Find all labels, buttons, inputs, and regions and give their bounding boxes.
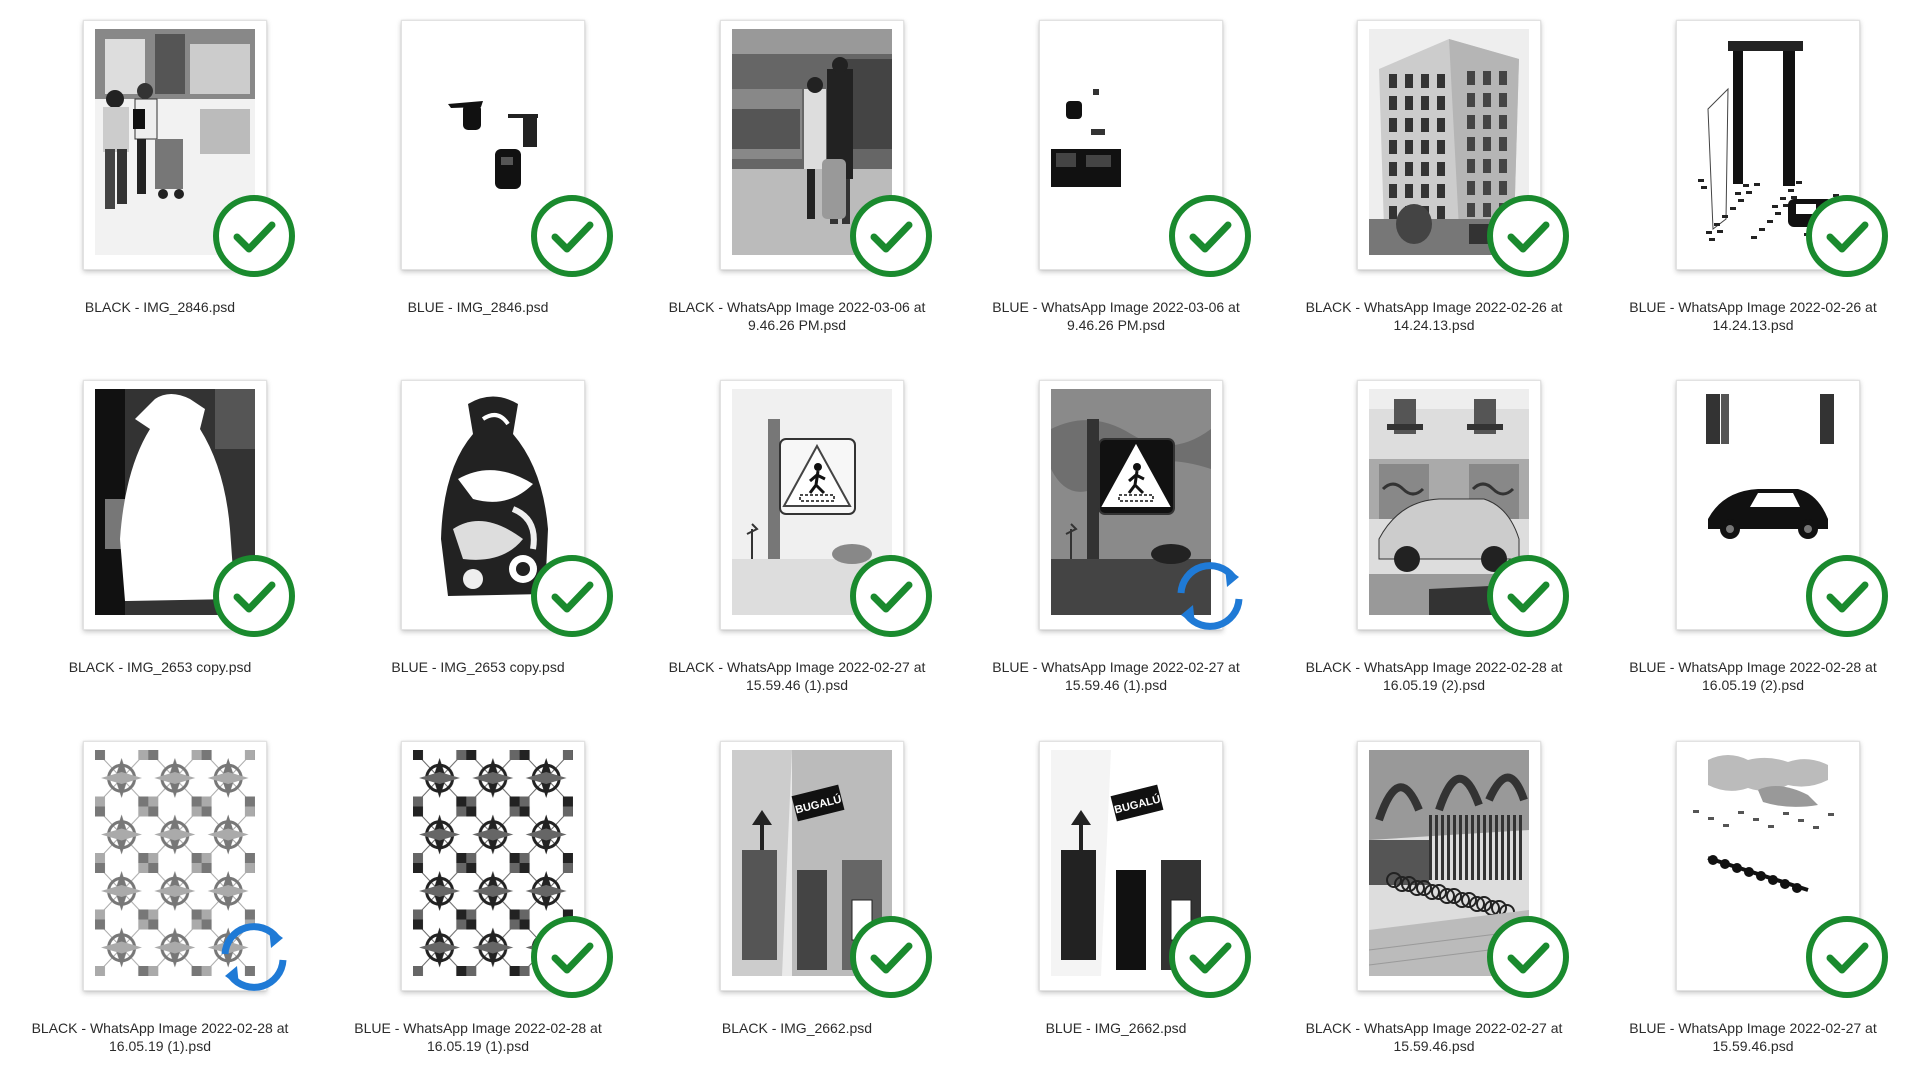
file-name-line-1: BLUE - WhatsApp Image 2022-02-27 at — [1629, 1020, 1877, 1036]
file-name-line-2: 14.24.13.psd — [1393, 317, 1475, 333]
file-item[interactable]: BLACK - WhatsApp Image 2022-03-06 at 9.46… — [637, 8, 957, 348]
file-name-label[interactable]: BLUE - WhatsApp Image 2022-02-26 at 14.24… — [1593, 298, 1913, 334]
file-name-line-2: 9.46.26 PM.psd — [1066, 317, 1166, 333]
file-name-line-1: BLUE - WhatsApp Image 2022-02-28 at — [354, 1020, 602, 1036]
file-name-label[interactable]: BLACK - IMG_2662.psd — [637, 1019, 957, 1037]
file-item[interactable]: BLUE - WhatsApp Image 2022-03-06 at 9.46.… — [956, 8, 1276, 348]
file-name-line-1: BLACK - IMG_2653 copy.psd — [68, 659, 252, 675]
file-name-label[interactable]: BLACK - WhatsApp Image 2022-02-28 at 16.0… — [1274, 658, 1594, 694]
file-name-line-2: 14.24.13.psd — [1712, 317, 1794, 333]
file-name-line-2: 9.46.26 PM.psd — [747, 317, 847, 333]
file-name-line-1: BLACK - WhatsApp Image 2022-03-06 at — [668, 299, 926, 315]
file-item[interactable]: BLACK - WhatsApp Image 2022-02-28 at 16.0… — [0, 729, 320, 1069]
file-name-line-1: BLACK - IMG_2662.psd — [721, 1020, 873, 1036]
sync-complete-check-icon — [1485, 553, 1571, 639]
file-name-label[interactable]: BLACK - WhatsApp Image 2022-02-27 at 15.5… — [637, 658, 957, 694]
file-name-line-1: BLUE - WhatsApp Image 2022-02-26 at — [1629, 299, 1877, 315]
file-item[interactable]: BLUE - IMG_2846.psd — [318, 8, 638, 348]
file-item[interactable]: BLACK - WhatsApp Image 2022-02-27 at 15.5… — [637, 368, 957, 708]
file-name-line-1: BLUE - IMG_2846.psd — [407, 299, 549, 315]
sync-complete-check-icon — [529, 553, 615, 639]
sync-complete-check-icon — [1167, 193, 1253, 279]
sync-complete-check-icon — [211, 193, 297, 279]
file-name-line-1: BLUE - IMG_2662.psd — [1045, 1020, 1187, 1036]
sync-complete-check-icon — [848, 553, 934, 639]
file-name-line-1: BLACK - WhatsApp Image 2022-02-28 at — [1305, 659, 1563, 675]
sync-complete-check-icon — [1804, 193, 1890, 279]
file-name-label[interactable]: BLACK - WhatsApp Image 2022-02-28 at 16.0… — [0, 1019, 320, 1055]
file-name-label[interactable]: BLACK - IMG_2846.psd — [0, 298, 320, 316]
file-name-label[interactable]: BLUE - IMG_2653 copy.psd — [318, 658, 638, 676]
file-name-line-1: BLACK - WhatsApp Image 2022-02-27 at — [668, 659, 926, 675]
file-name-label[interactable]: BLACK - WhatsApp Image 2022-03-06 at 9.46… — [637, 298, 957, 334]
file-item[interactable]: BLUE - WhatsApp Image 2022-02-28 at 16.05… — [318, 729, 638, 1069]
sync-complete-check-icon — [1167, 914, 1253, 1000]
file-name-label[interactable]: BLUE - IMG_2846.psd — [318, 298, 638, 316]
sync-complete-check-icon — [848, 193, 934, 279]
file-name-line-1: BLUE - IMG_2653 copy.psd — [391, 659, 565, 675]
file-name-label[interactable]: BLUE - WhatsApp Image 2022-02-27 at 15.59… — [956, 658, 1276, 694]
file-name-line-1: BLUE - WhatsApp Image 2022-02-27 at — [992, 659, 1240, 675]
file-name-label[interactable]: BLACK - WhatsApp Image 2022-02-27 at 15.5… — [1274, 1019, 1594, 1055]
file-item[interactable]: BLUE - WhatsApp Image 2022-02-28 at 16.05… — [1593, 368, 1913, 708]
file-name-line-2: 15.59.46.psd — [1712, 1038, 1794, 1054]
file-name-label[interactable]: BLUE - WhatsApp Image 2022-02-28 at 16.05… — [1593, 658, 1913, 694]
file-name-line-1: BLUE - WhatsApp Image 2022-03-06 at — [992, 299, 1240, 315]
sync-complete-check-icon — [848, 914, 934, 1000]
file-item[interactable]: BLACK - WhatsApp Image 2022-02-28 at 16.0… — [1274, 368, 1594, 708]
file-name-line-2: 16.05.19 (1).psd — [427, 1038, 529, 1054]
sync-complete-check-icon — [1804, 914, 1890, 1000]
file-name-line-1: BLACK - WhatsApp Image 2022-02-26 at — [1305, 299, 1563, 315]
file-item[interactable]: BUGALÚ BLACK - IMG_2662.psd — [637, 729, 957, 1069]
sync-complete-check-icon — [1804, 553, 1890, 639]
file-name-line-2: 16.05.19 (2).psd — [1702, 677, 1804, 693]
file-item[interactable]: BLUE - WhatsApp Image 2022-02-26 at 14.24… — [1593, 8, 1913, 348]
file-name-label[interactable]: BLUE - WhatsApp Image 2022-02-27 at 15.59… — [1593, 1019, 1913, 1055]
file-name-line-2: 16.05.19 (1).psd — [109, 1038, 211, 1054]
syncing-arrows-icon — [211, 914, 297, 1000]
file-name-line-1: BLUE - WhatsApp Image 2022-02-28 at — [1629, 659, 1877, 675]
file-grid: BLACK - IMG_2846.psd BLUE - IMG_2846.psd B… — [0, 0, 1920, 1072]
syncing-arrows-icon — [1167, 553, 1253, 639]
file-item[interactable]: BLACK - IMG_2653 copy.psd — [0, 368, 320, 708]
file-item[interactable]: BLUE - WhatsApp Image 2022-02-27 at 15.59… — [956, 368, 1276, 708]
sync-complete-check-icon — [1485, 193, 1571, 279]
file-name-label[interactable]: BLACK - IMG_2653 copy.psd — [0, 658, 320, 676]
file-item[interactable]: BLACK - WhatsApp Image 2022-02-26 at 14.2… — [1274, 8, 1594, 348]
file-name-label[interactable]: BLACK - WhatsApp Image 2022-02-26 at 14.2… — [1274, 298, 1594, 334]
file-name-line-2: 15.59.46 (1).psd — [746, 677, 848, 693]
file-item[interactable]: BUGALÚ BLUE - IMG_2662.psd — [956, 729, 1276, 1069]
file-item[interactable]: BLACK - WhatsApp Image 2022-02-27 at 15.5… — [1274, 729, 1594, 1069]
file-name-line-2: 15.59.46.psd — [1393, 1038, 1475, 1054]
file-item[interactable]: BLUE - IMG_2653 copy.psd — [318, 368, 638, 708]
file-name-line-1: BLACK - IMG_2846.psd — [84, 299, 236, 315]
file-name-line-1: BLACK - WhatsApp Image 2022-02-28 at — [31, 1020, 289, 1036]
sync-complete-check-icon — [1485, 914, 1571, 1000]
file-name-line-1: BLACK - WhatsApp Image 2022-02-27 at — [1305, 1020, 1563, 1036]
sync-complete-check-icon — [211, 553, 297, 639]
file-name-line-2: 16.05.19 (2).psd — [1383, 677, 1485, 693]
file-name-label[interactable]: BLUE - IMG_2662.psd — [956, 1019, 1276, 1037]
file-name-line-2: 15.59.46 (1).psd — [1065, 677, 1167, 693]
sync-complete-check-icon — [529, 193, 615, 279]
sync-complete-check-icon — [529, 914, 615, 1000]
file-item[interactable]: BLACK - IMG_2846.psd — [0, 8, 320, 348]
file-name-label[interactable]: BLUE - WhatsApp Image 2022-03-06 at 9.46.… — [956, 298, 1276, 334]
file-item[interactable]: BLUE - WhatsApp Image 2022-02-27 at 15.59… — [1593, 729, 1913, 1069]
file-name-label[interactable]: BLUE - WhatsApp Image 2022-02-28 at 16.05… — [318, 1019, 638, 1055]
